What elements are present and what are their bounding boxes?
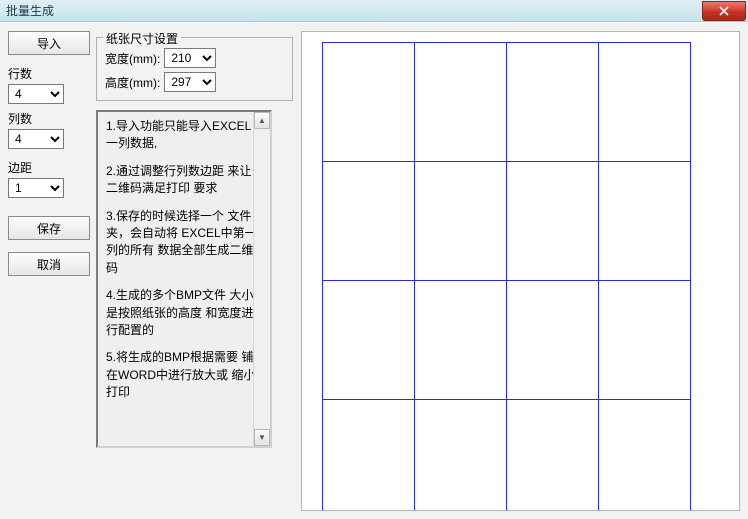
grid-preview — [322, 42, 691, 511]
cols-label: 列数 — [8, 110, 90, 127]
instruction-3: 3.保存的时候选择一个 文件夹，会自动将 EXCEL中第一列的所有 数据全部生成… — [106, 208, 262, 278]
margin-field: 边距 1 — [8, 159, 90, 198]
grid-cell — [599, 400, 691, 512]
margin-label: 边距 — [8, 159, 90, 176]
cols-field: 列数 4 — [8, 110, 90, 149]
close-icon — [719, 6, 729, 16]
grid-cell — [599, 162, 691, 281]
grid-cell — [323, 400, 415, 512]
content-area: 导入 行数 4 纸张尺寸设置 宽度(mm): 210 高度(mm) — [0, 22, 748, 519]
instruction-5: 5.将生成的BMP根据需要 铺在WORD中进行放大或 缩小打印 — [106, 349, 262, 401]
instruction-1: 1.导入功能只能导入EXCEL一列数据, — [106, 118, 262, 153]
paper-size-group: 纸张尺寸设置 宽度(mm): 210 高度(mm): 297 — [96, 37, 293, 101]
width-select[interactable]: 210 — [164, 48, 216, 68]
grid-cell — [599, 43, 691, 162]
rows-field: 行数 4 — [8, 65, 90, 104]
scroll-down-icon[interactable]: ▼ — [254, 429, 270, 446]
left-panel: 导入 行数 4 纸张尺寸设置 宽度(mm): 210 高度(mm) — [8, 31, 293, 511]
instruction-4: 4.生成的多个BMP文件 大小是按照纸张的高度 和宽度进行配置的 — [106, 287, 262, 339]
preview-panel — [301, 31, 740, 511]
margin-select[interactable]: 1 — [8, 178, 64, 198]
grid-cell — [507, 400, 599, 512]
height-label: 高度(mm): — [105, 74, 160, 91]
paper-group-title: 纸张尺寸设置 — [103, 30, 181, 47]
cancel-button[interactable]: 取消 — [8, 252, 90, 276]
grid-cell — [507, 281, 599, 400]
rows-select[interactable]: 4 — [8, 84, 64, 104]
grid-cell — [599, 281, 691, 400]
grid-cell — [507, 162, 599, 281]
window-title: 批量生成 — [6, 2, 54, 19]
grid-cell — [415, 281, 507, 400]
grid-cell — [415, 43, 507, 162]
grid-cell — [507, 43, 599, 162]
instructions-panel: 1.导入功能只能导入EXCEL一列数据, 2.通过调整行列数边距 来让二维码满足… — [96, 110, 272, 448]
instruction-2: 2.通过调整行列数边距 来让二维码满足打印 要求 — [106, 163, 262, 198]
grid-cell — [323, 162, 415, 281]
scroll-up-icon[interactable]: ▲ — [254, 112, 270, 129]
grid-cell — [415, 162, 507, 281]
grid-cell — [415, 400, 507, 512]
close-button[interactable] — [702, 1, 746, 21]
height-select[interactable]: 297 — [164, 72, 216, 92]
save-button[interactable]: 保存 — [8, 216, 90, 240]
grid-cell — [323, 281, 415, 400]
rows-label: 行数 — [8, 65, 90, 82]
width-label: 宽度(mm): — [105, 50, 160, 67]
import-button[interactable]: 导入 — [8, 31, 90, 55]
titlebar: 批量生成 — [0, 0, 748, 22]
scrollbar[interactable]: ▲ ▼ — [253, 112, 270, 446]
grid-cell — [323, 43, 415, 162]
cols-select[interactable]: 4 — [8, 129, 64, 149]
